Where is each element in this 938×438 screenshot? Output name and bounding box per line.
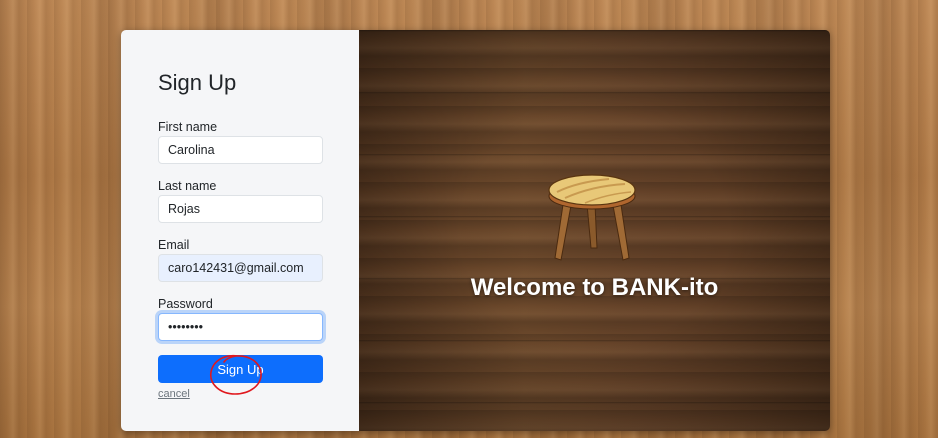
- page-title: Sign Up: [158, 70, 237, 95]
- signup-form: Sign Up First name Last name Email Passw…: [121, 30, 359, 431]
- email-label: Email: [158, 238, 190, 252]
- first-name-group: First name: [158, 120, 359, 164]
- last-name-label: Last name: [158, 179, 217, 193]
- last-name-field[interactable]: [158, 195, 323, 223]
- welcome-message: Welcome to BANK-ito: [470, 274, 719, 301]
- cancel-link[interactable]: cancel: [158, 388, 190, 400]
- welcome-panel: Welcome to BANK-ito: [359, 30, 830, 431]
- signup-card: Sign Up First name Last name Email Passw…: [121, 30, 830, 431]
- sign-up-button-label: Sign Up: [217, 361, 264, 377]
- first-name-label: First name: [158, 120, 218, 134]
- sign-up-button[interactable]: Sign Up: [158, 354, 323, 395]
- last-name-group: Last name: [158, 179, 359, 223]
- first-name-field[interactable]: [158, 136, 323, 164]
- stool-icon: [548, 174, 636, 261]
- email-field[interactable]: [158, 254, 323, 282]
- password-field[interactable]: [158, 313, 323, 341]
- password-label: Password: [158, 297, 213, 311]
- email-group: Email: [158, 238, 359, 282]
- password-group: Password: [158, 297, 359, 341]
